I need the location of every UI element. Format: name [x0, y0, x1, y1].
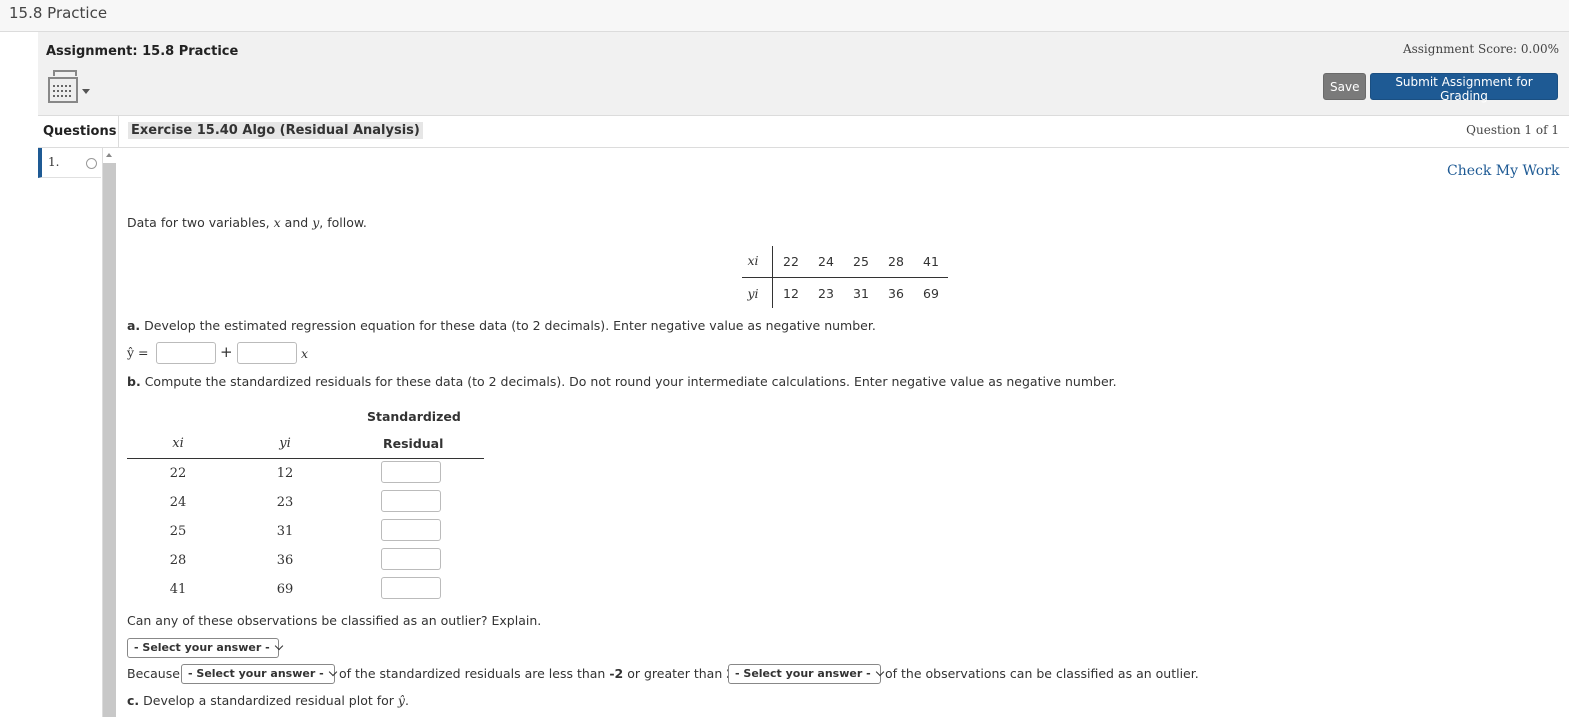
- table-cell: 25: [853, 254, 869, 269]
- residual-input-5[interactable]: [381, 577, 441, 599]
- chevron-down-icon: [328, 667, 337, 677]
- because-middle-text: of the standardized residuals are less t…: [339, 666, 740, 681]
- header-divider: [118, 116, 119, 147]
- part-b-label: b.: [127, 374, 141, 389]
- scrollbar[interactable]: [103, 163, 116, 717]
- column-header-x: xi: [172, 436, 184, 451]
- slope-input[interactable]: [237, 342, 297, 364]
- questions-header: Questions Exercise 15.40 Algo (Residual …: [38, 116, 1569, 148]
- column-header-y: yi: [279, 436, 291, 451]
- table-cell: 25: [169, 524, 187, 539]
- problem-intro: Data for two variables, x and y, follow.: [127, 215, 367, 230]
- residual-input-4[interactable]: [381, 548, 441, 570]
- assignment-title: Assignment: 15.8 Practice: [46, 44, 239, 59]
- intro-text: Data for two variables,: [127, 215, 270, 230]
- table-cell: 23: [276, 495, 294, 510]
- check-my-work-link[interactable]: Check My Work: [1447, 163, 1560, 179]
- select-value: - Select your answer -: [134, 641, 270, 654]
- table-cell: 31: [853, 286, 869, 301]
- table-cell: 41: [169, 582, 187, 597]
- because-label: Because: [127, 666, 180, 681]
- because-end-text: of the observations can be classified as…: [885, 666, 1199, 681]
- save-button[interactable]: Save: [1323, 73, 1367, 100]
- table-cell: 22: [169, 466, 187, 481]
- intro-and: and: [284, 215, 309, 230]
- chevron-down-icon: [274, 641, 283, 651]
- equation-lhs: ŷ =: [127, 345, 149, 360]
- residual-input-3[interactable]: [381, 519, 441, 541]
- table-divider: [127, 458, 484, 459]
- chevron-down-icon: [875, 667, 884, 677]
- table-cell: 22: [783, 254, 799, 269]
- column-header-residual: Residual: [383, 436, 444, 451]
- table-cell: 24: [818, 254, 834, 269]
- table-cell: 28: [169, 553, 187, 568]
- question-sidebar: 1.: [38, 148, 103, 717]
- table-cell: 12: [783, 286, 799, 301]
- window-title: 15.8 Practice: [9, 4, 108, 22]
- questions-label: Questions: [43, 124, 117, 139]
- table-cell: 36: [888, 286, 904, 301]
- table-cell: 31: [276, 524, 294, 539]
- part-c-end: .: [404, 693, 409, 708]
- part-c-text: Develop a standardized residual plot for: [143, 693, 394, 708]
- exercise-title: Exercise 15.40 Algo (Residual Analysis): [128, 122, 423, 139]
- submit-assignment-button[interactable]: Submit Assignment for Grading: [1370, 73, 1558, 103]
- window-title-bar: 15.8 Practice: [0, 0, 1569, 32]
- table-divider-horizontal: [742, 277, 948, 278]
- table-cell: 12: [276, 466, 294, 481]
- equation-var: x: [301, 346, 309, 361]
- table-cell: 69: [276, 582, 294, 597]
- residual-input-2[interactable]: [381, 490, 441, 512]
- classification-select[interactable]: - Select your answer -: [728, 664, 884, 684]
- part-b-text: Compute the standardized residuals for t…: [144, 374, 1117, 389]
- table-cell: 41: [923, 254, 939, 269]
- table-cell: 24: [169, 495, 187, 510]
- residual-input-1[interactable]: [381, 461, 441, 483]
- outlier-select[interactable]: - Select your answer -: [127, 638, 283, 658]
- intro-post: , follow.: [319, 215, 367, 230]
- part-a-text: Develop the estimated regression equatio…: [144, 318, 876, 333]
- table-cell: 36: [276, 553, 294, 568]
- assignment-header: Assignment: 15.8 Practice Assignment Sco…: [38, 32, 1569, 116]
- intercept-input[interactable]: [156, 342, 216, 364]
- table-cell: 69: [923, 286, 939, 301]
- table-header-y: yi: [747, 286, 759, 301]
- count-select[interactable]: - Select your answer -: [181, 664, 337, 684]
- part-c-var: ŷ: [397, 693, 405, 708]
- status-circle-icon: [86, 158, 97, 169]
- chevron-down-icon[interactable]: [82, 89, 90, 94]
- column-header-standardized: Standardized: [367, 409, 461, 424]
- neg-two: -2: [609, 666, 624, 681]
- part-a-label: a.: [127, 318, 141, 333]
- question-number: 1.: [48, 155, 60, 169]
- table-header-x: xi: [747, 253, 759, 268]
- var-x: x: [273, 215, 281, 230]
- mid-text-2: or greater than: [627, 666, 723, 681]
- select-value: - Select your answer -: [188, 667, 324, 680]
- assignment-score: Assignment Score: 0.00%: [1402, 42, 1559, 56]
- scroll-up-icon[interactable]: [106, 153, 112, 157]
- sidebar-item-question-1[interactable]: 1.: [38, 148, 101, 178]
- keyboard-icon[interactable]: [48, 70, 78, 103]
- part-c-label: c.: [127, 693, 140, 708]
- part-a-prompt: a. Develop the estimated regression equa…: [127, 318, 876, 333]
- select-value: - Select your answer -: [735, 667, 871, 680]
- mid-text-1: of the standardized residuals are less t…: [339, 666, 606, 681]
- part-c-prompt: c. Develop a standardized residual plot …: [127, 693, 409, 708]
- question-count: Question 1 of 1: [1466, 123, 1559, 137]
- table-cell: 28: [888, 254, 904, 269]
- outlier-question: Can any of these observations be classif…: [127, 613, 542, 628]
- part-b-prompt: b. Compute the standardized residuals fo…: [127, 374, 1117, 389]
- table-cell: 23: [818, 286, 834, 301]
- equation-plus: +: [220, 343, 233, 361]
